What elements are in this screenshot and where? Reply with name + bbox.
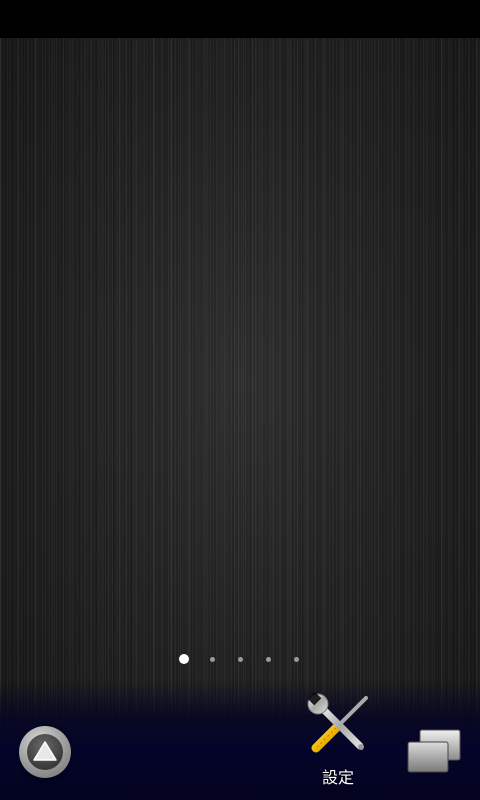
triangle-up-icon — [33, 741, 57, 761]
launcher-inner-disc — [27, 734, 63, 770]
app-drawer-button[interactable] — [19, 726, 71, 778]
home-screen: 設定 — [0, 0, 480, 800]
page-indicator — [0, 651, 480, 667]
recent-apps-button[interactable] — [404, 726, 464, 776]
status-bar — [0, 0, 480, 38]
page-dot-5[interactable] — [294, 656, 299, 662]
wrench-screwdriver-icon — [307, 692, 368, 753]
page-dot-4[interactable] — [266, 656, 271, 662]
page-dot-1[interactable] — [179, 654, 189, 664]
settings-app-label: 設定 — [321, 768, 354, 787]
page-dot-2[interactable] — [210, 656, 215, 662]
recent-apps-icon — [407, 729, 461, 773]
page-dot-3[interactable] — [238, 656, 243, 662]
settings-app[interactable]: 設定 — [298, 690, 378, 790]
